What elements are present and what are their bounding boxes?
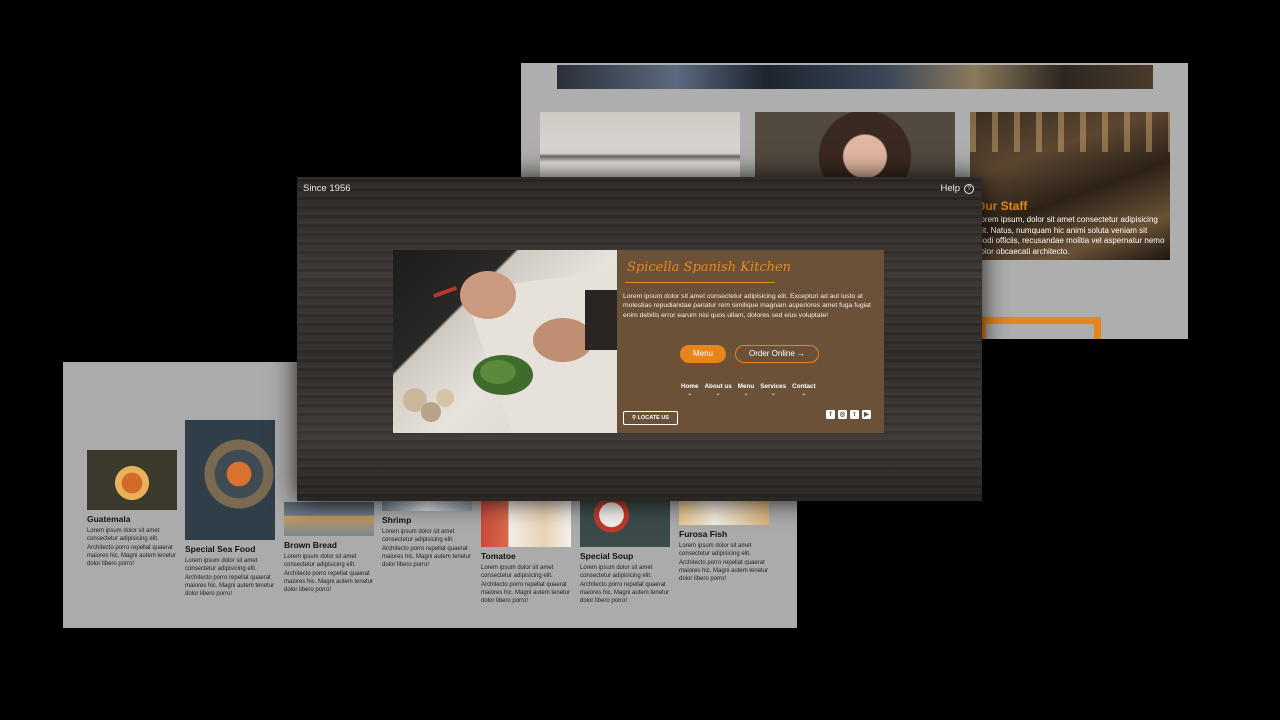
dish-card[interactable]: Furosa Fish Lorem ipsum dolor sit amet c… bbox=[679, 501, 769, 583]
help-label: Help bbox=[940, 183, 960, 194]
furosa-fish-photo bbox=[679, 501, 769, 525]
chef-chopping-illustration bbox=[403, 270, 617, 433]
nav-label: Services bbox=[760, 383, 787, 390]
dish-name: Brown Bread bbox=[284, 540, 337, 550]
dish-card[interactable]: Brown Bread Lorem ipsum dolor sit amet c… bbox=[284, 502, 374, 594]
special-sea-food-photo bbox=[185, 420, 275, 540]
guatemala-photo bbox=[87, 450, 177, 510]
chef-chopping-photo bbox=[393, 250, 617, 433]
dish-name: Special Sea Food bbox=[185, 544, 256, 554]
dish-name: Guatemala bbox=[87, 514, 131, 524]
dish-card[interactable]: Guatemala Lorem ipsum dolor sit amet con… bbox=[87, 450, 177, 568]
locate-us-button[interactable]: ⚲ LOCATE US bbox=[623, 411, 678, 425]
instagram-icon[interactable]: ◎ bbox=[838, 410, 847, 419]
nav-item-services[interactable]: Services ⌄ bbox=[760, 383, 786, 397]
hero-description: Lorem ipsum dolor sit amet consectetur a… bbox=[623, 293, 871, 319]
nav-label: About us bbox=[704, 383, 732, 390]
staff-caption: Our Staff Lorem ipsum, dolor sit amet co… bbox=[976, 199, 1166, 257]
title-underline bbox=[625, 282, 775, 283]
hero-info-card: Spicella Spanish Kitchen Lorem ipsum dol… bbox=[617, 250, 884, 433]
dish-description: Lorem ipsum dolor sit amet consectetur a… bbox=[481, 565, 571, 605]
chevron-down-icon: ⌄ bbox=[743, 391, 749, 397]
location-pin-icon: ⚲ bbox=[632, 415, 637, 421]
dish-name: Special Soup bbox=[580, 551, 634, 561]
hero-nav: Home ⌄ About us ⌄ Menu ⌄ Services ⌄ Contact ⌄ bbox=[681, 383, 816, 397]
locate-label: LOCATE US bbox=[637, 415, 669, 421]
dish-card[interactable]: Tomatoe Lorem ipsum dolor sit amet conse… bbox=[481, 501, 571, 605]
dish-description: Lorem ipsum dolor sit amet consectetur a… bbox=[185, 558, 275, 598]
staff-caption-text: Lorem ipsum, dolor sit amet consectetur … bbox=[976, 215, 1165, 256]
chevron-down-icon: ⌄ bbox=[687, 391, 693, 397]
chevron-down-icon: ⌄ bbox=[801, 391, 807, 397]
dish-card[interactable]: Shrimp Lorem ipsum dolor sit amet consec… bbox=[382, 501, 472, 569]
order-online-button[interactable]: Order Online → bbox=[735, 345, 819, 363]
youtube-icon[interactable]: ▶ bbox=[862, 410, 871, 419]
question-circle-icon: ? bbox=[964, 183, 974, 194]
tomatoe-photo bbox=[481, 501, 571, 547]
dish-name: Shrimp bbox=[382, 515, 412, 525]
hero-page-preview: Since 1956 Help ? Spicella Spanish Kitch… bbox=[297, 177, 982, 501]
chevron-down-icon: ⌄ bbox=[770, 391, 776, 397]
nav-item-home[interactable]: Home ⌄ bbox=[681, 383, 699, 397]
twitter-icon[interactable]: t bbox=[850, 410, 859, 419]
orange-frame-decoration bbox=[979, 317, 1101, 339]
nav-label: Menu bbox=[737, 383, 755, 390]
staff-banner-image bbox=[557, 65, 1153, 89]
dish-card[interactable]: Special Soup Lorem ipsum dolor sit amet … bbox=[580, 501, 670, 605]
nav-item-contact[interactable]: Contact ⌄ bbox=[792, 383, 815, 397]
dish-description: Lorem ipsum dolor sit amet consectetur a… bbox=[580, 565, 670, 605]
dish-description: Lorem ipsum dolor sit amet consectetur a… bbox=[284, 554, 374, 594]
nav-item-menu[interactable]: Menu ⌄ bbox=[738, 383, 754, 397]
nav-label: Home bbox=[681, 383, 699, 390]
staff-caption-title: Our Staff bbox=[976, 199, 1028, 213]
nav-label: Contact bbox=[792, 383, 816, 390]
dish-name: Tomatoe bbox=[481, 551, 516, 561]
dish-card[interactable]: Special Sea Food Lorem ipsum dolor sit a… bbox=[185, 420, 275, 598]
menu-button[interactable]: Menu bbox=[680, 345, 726, 363]
dish-description: Lorem ipsum dolor sit amet consectetur a… bbox=[382, 529, 472, 569]
restaurant-title: Spicella Spanish Kitchen bbox=[627, 260, 792, 275]
dish-description: Lorem ipsum dolor sit amet consectetur a… bbox=[87, 528, 177, 568]
nav-item-about-us[interactable]: About us ⌄ bbox=[705, 383, 732, 397]
dish-description: Lorem ipsum dolor sit amet consectetur a… bbox=[679, 543, 769, 583]
brown-bread-photo bbox=[284, 502, 374, 536]
since-label: Since 1956 bbox=[303, 183, 351, 194]
social-links: f ◎ t ▶ bbox=[826, 410, 871, 419]
help-link[interactable]: Help ? bbox=[940, 183, 974, 194]
facebook-icon[interactable]: f bbox=[826, 410, 835, 419]
chevron-down-icon: ⌄ bbox=[715, 391, 721, 397]
special-soup-photo bbox=[580, 501, 670, 547]
shrimp-photo bbox=[382, 501, 472, 511]
dish-name: Furosa Fish bbox=[679, 529, 728, 539]
